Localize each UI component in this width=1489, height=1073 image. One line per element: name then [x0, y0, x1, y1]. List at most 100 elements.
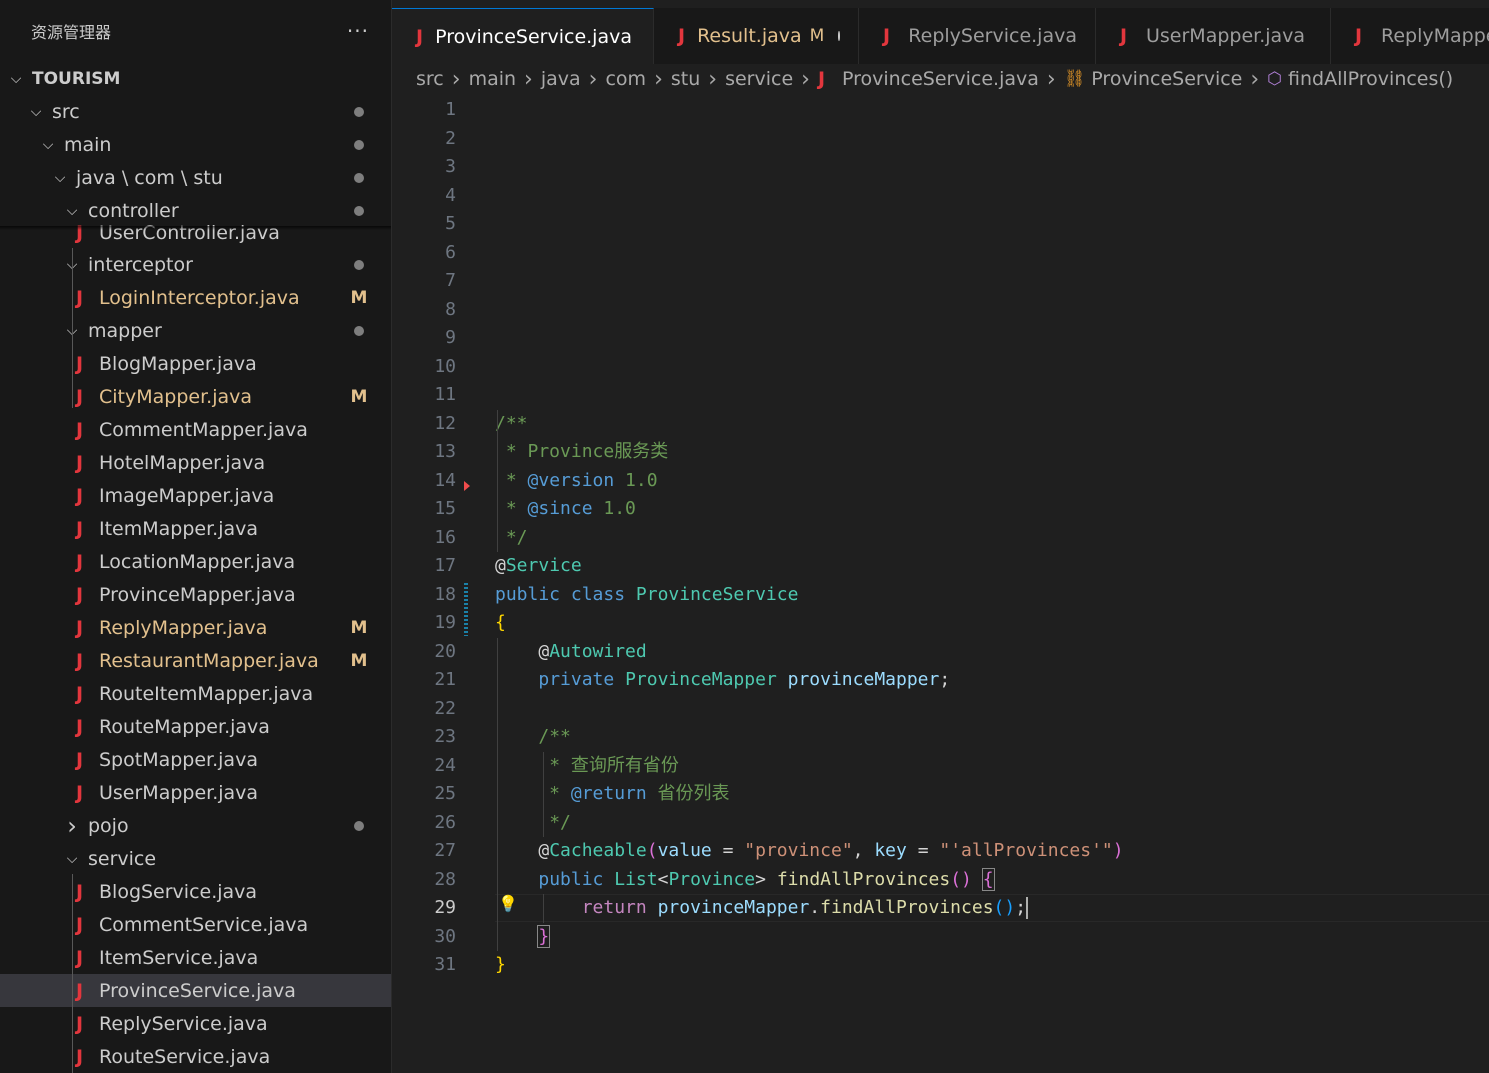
java-file-icon: J	[76, 484, 84, 507]
annotation: Service	[505, 555, 582, 576]
line-number: 23	[434, 726, 456, 747]
folder-pojo[interactable]: › pojo	[0, 809, 391, 842]
file-blogservice-java[interactable]: J BlogService.java	[0, 875, 391, 908]
file-blogmapper-java[interactable]: J BlogMapper.java	[0, 347, 391, 380]
java-file-icon: J	[76, 550, 84, 573]
chevron-right-icon: ›	[801, 66, 810, 92]
folder-interceptor[interactable]: ⌵interceptor	[0, 248, 391, 281]
file-routemapper-java[interactable]: J RouteMapper.java	[0, 710, 391, 743]
file-spotmapper-java[interactable]: J SpotMapper.java	[0, 743, 391, 776]
type-name: ProvinceMapper	[625, 669, 777, 690]
tab-provinceservice-java[interactable]: J ProvinceService.java	[392, 8, 654, 64]
file-routeservice-java[interactable]: J RouteService.java	[0, 1040, 391, 1073]
line-number: 14	[434, 469, 456, 491]
java-file-icon: J	[1355, 25, 1363, 47]
file-itemmapper-java[interactable]: J ItemMapper.java	[0, 512, 391, 545]
explorer-root[interactable]: ⌵ TOURISM	[0, 62, 391, 95]
breadcrumb-item[interactable]: src	[416, 68, 444, 90]
java-file-icon: J	[76, 682, 84, 705]
tree-item-label: SpotMapper.java	[99, 748, 258, 771]
code-token: =	[906, 840, 940, 861]
code-line: @Service	[495, 552, 582, 580]
explorer-sidebar: 资源管理器 ··· ⌵ TOURISM ⌵ src ⌵ main ⌵ java \ com \…	[0, 0, 392, 1073]
tree-item-label: service	[88, 847, 157, 870]
file-provincemapper-java[interactable]: J ProvinceMapper.java	[0, 578, 391, 611]
folder-mapper[interactable]: ⌵mapper	[0, 314, 391, 347]
tab-result-java[interactable]: J Result.java M	[654, 8, 859, 64]
code-line: * Province服务类	[495, 438, 668, 466]
tree-item-label: HotelMapper.java	[99, 451, 266, 474]
tab-replyservice-java[interactable]: J ReplyService.java	[859, 8, 1096, 64]
ellipsis-icon[interactable]: ···	[347, 19, 369, 43]
code-token: ;	[1015, 897, 1027, 918]
breadcrumb-item[interactable]: main	[469, 68, 516, 90]
sticky-scroll-shadow	[0, 226, 391, 230]
folder-service[interactable]: ⌵ service	[0, 842, 391, 875]
line-number: 28	[434, 868, 456, 890]
doc-tag: @return	[570, 783, 647, 804]
tab-replymappe[interactable]: J ReplyMappe	[1331, 8, 1489, 64]
keyword: private	[538, 669, 615, 690]
chevron-down-icon: ⌵	[66, 850, 78, 867]
line-number: 4	[445, 184, 456, 206]
code-line: * @return 省份列表	[495, 780, 729, 808]
file-locationmapper-java[interactable]: J LocationMapper.java	[0, 545, 391, 578]
tree-item-label: ReplyMapper.java	[99, 616, 268, 639]
file-replyservice-java[interactable]: J ReplyService.java	[0, 1007, 391, 1040]
type-name: List	[614, 868, 658, 890]
field-name: provinceMapper	[787, 669, 940, 690]
breadcrumb-item[interactable]: com	[605, 68, 646, 90]
line-number: 11	[434, 384, 456, 405]
file-usercontroller-java[interactable]: J UserController.java	[0, 216, 391, 249]
modified-badge: M	[350, 617, 368, 638]
chevron-down-icon: ⌵	[10, 70, 22, 87]
code-line: }	[495, 951, 506, 979]
file-itemservice-java[interactable]: J ItemService.java	[0, 941, 391, 974]
folder-java-com-stu[interactable]: ⌵ java \ com \ stu	[0, 161, 391, 194]
chevron-down-icon: ⌵	[42, 136, 54, 153]
code-line: }	[495, 923, 551, 951]
explorer-title: 资源管理器	[31, 23, 112, 42]
tab-usermapper-java[interactable]: J UserMapper.java	[1096, 8, 1331, 64]
file-restaurantmapper-java[interactable]: J RestaurantMapper.java M	[0, 644, 391, 677]
folder-src[interactable]: ⌵ src	[0, 95, 391, 128]
breadcrumb-method[interactable]: findAllProvinces()	[1288, 68, 1453, 90]
code-line	[495, 267, 506, 295]
file-citymapper-java[interactable]: J CityMapper.java M	[0, 380, 391, 413]
breadcrumb-item[interactable]: java	[541, 68, 581, 90]
file-commentservice-java[interactable]: J CommentService.java	[0, 908, 391, 941]
tree-item-label: UserController.java	[99, 221, 280, 244]
line-number: 24	[434, 754, 456, 776]
modified-badge: M	[350, 386, 368, 407]
file-usermapper-java[interactable]: J UserMapper.java	[0, 776, 391, 809]
tree-item-label: ProvinceService.java	[99, 979, 296, 1002]
breadcrumb-file[interactable]: ProvinceService.java	[842, 68, 1039, 90]
java-file-icon: J	[416, 25, 424, 48]
file-replymapper-java[interactable]: J ReplyMapper.java M	[0, 611, 391, 644]
line-number: 15	[434, 498, 456, 519]
file-provinceservice-java[interactable]: J ProvinceService.java	[0, 974, 391, 1007]
code-line: public List<Province> findAllProvinces()…	[495, 866, 995, 894]
tree-item-label: CommentService.java	[99, 913, 309, 936]
breadcrumb-item[interactable]: service	[725, 68, 793, 90]
unsaved-dot-icon[interactable]	[838, 31, 840, 41]
file-routeitemmapper-java[interactable]: J RouteItemMapper.java	[0, 677, 391, 710]
file-commentmapper-java[interactable]: J CommentMapper.java	[0, 413, 391, 446]
breadcrumb-item[interactable]: stu	[671, 68, 700, 90]
file-imagemapper-java[interactable]: J ImageMapper.java	[0, 479, 391, 512]
file-hotelmapper-java[interactable]: J HotelMapper.java	[0, 446, 391, 479]
changes-dot-icon	[354, 172, 364, 183]
breadcrumb-class[interactable]: ProvinceService	[1091, 68, 1242, 90]
doc-comment: /**	[495, 412, 528, 434]
code-token: *	[495, 783, 571, 804]
file-logininterceptor-java[interactable]: J LoginInterceptor.java M	[0, 281, 391, 314]
chevron-down-icon: ⌵	[30, 103, 42, 120]
java-file-icon: J	[76, 979, 84, 1002]
folder-main[interactable]: ⌵ main	[0, 128, 391, 161]
